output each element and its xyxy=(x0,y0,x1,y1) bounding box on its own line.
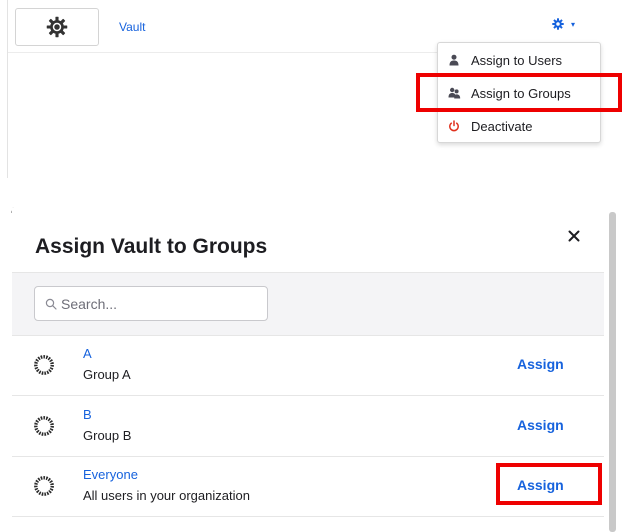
group-icon xyxy=(447,87,461,99)
group-row-everyone: Everyone All users in your organization … xyxy=(12,456,604,517)
chevron-down-icon: ▾ xyxy=(571,19,576,29)
assign-button[interactable]: Assign xyxy=(517,356,564,372)
group-logo-icon xyxy=(34,416,54,436)
menu-item-assign-groups[interactable]: Assign to Groups xyxy=(438,77,600,109)
search-input[interactable] xyxy=(61,295,251,312)
search-band xyxy=(12,272,604,336)
power-icon xyxy=(447,120,461,132)
group-description: Group A xyxy=(83,367,131,382)
user-icon xyxy=(447,54,461,66)
search-box[interactable] xyxy=(34,286,268,321)
group-row-a: A Group A Assign xyxy=(12,335,604,396)
modal-scrollbar[interactable] xyxy=(609,212,616,532)
close-icon xyxy=(568,230,580,242)
settings-dropdown-trigger[interactable]: ▾ xyxy=(552,18,575,30)
modal-title: Assign Vault to Groups xyxy=(35,235,268,258)
menu-item-label: Assign to Groups xyxy=(471,85,571,101)
group-logo-icon xyxy=(34,355,54,375)
menu-item-assign-users[interactable]: Assign to Users xyxy=(438,44,600,76)
assign-button[interactable]: Assign xyxy=(517,417,564,433)
group-description: Group B xyxy=(83,428,132,443)
assign-button[interactable]: Assign xyxy=(517,477,564,493)
search-icon xyxy=(45,298,57,310)
menu-item-label: Assign to Users xyxy=(471,52,563,68)
assign-groups-modal: Assign Vault to Groups A Group A Assign … xyxy=(12,208,604,532)
group-name-link[interactable]: Everyone xyxy=(83,467,138,482)
gear-icon xyxy=(552,18,564,30)
close-button[interactable] xyxy=(567,229,581,243)
row-divider xyxy=(8,52,438,53)
settings-dropdown-menu: Assign to Users Assign to Groups Deactiv… xyxy=(437,42,601,143)
group-name-link[interactable]: A xyxy=(83,346,92,361)
menu-item-label: Deactivate xyxy=(471,118,533,134)
menu-item-deactivate[interactable]: Deactivate xyxy=(438,110,600,142)
group-name-link[interactable]: B xyxy=(83,407,92,422)
gear-logo-icon xyxy=(46,16,68,38)
app-row-panel: Vault ▾ Assign to Users Assign to Groups… xyxy=(0,0,622,178)
group-row-b: B Group B Assign xyxy=(12,396,604,457)
panel-border xyxy=(7,0,8,178)
app-logo[interactable] xyxy=(15,8,99,46)
app-name-link[interactable]: Vault xyxy=(119,20,145,34)
group-description: All users in your organization xyxy=(83,488,250,503)
group-logo-icon xyxy=(34,476,54,496)
